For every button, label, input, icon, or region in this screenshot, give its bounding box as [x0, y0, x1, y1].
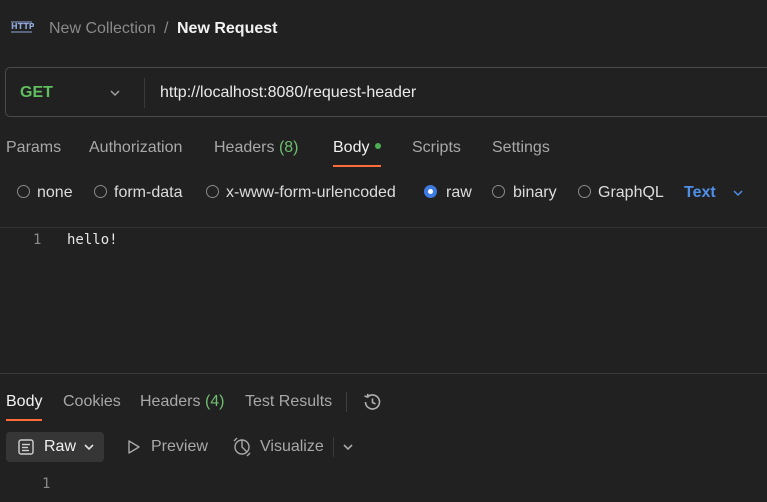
- history-icon[interactable]: [361, 391, 383, 413]
- response-tab-test-results[interactable]: Test Results: [245, 393, 332, 411]
- radio-urlencoded-label[interactable]: x-www-form-urlencoded: [226, 184, 396, 202]
- response-tab-headers-count: (4): [204, 393, 225, 410]
- preview-button[interactable]: Preview: [151, 438, 208, 456]
- editor-line-number: 1: [33, 232, 42, 248]
- tab-headers-label: Headers: [214, 139, 275, 156]
- chevron-down-icon[interactable]: [341, 440, 355, 454]
- divider: [0, 227, 767, 228]
- svg-text:HTTP: HTTP: [11, 22, 34, 31]
- url-divider: [144, 78, 145, 108]
- radio-none[interactable]: [17, 185, 30, 198]
- tab-scripts[interactable]: Scripts: [412, 139, 461, 157]
- breadcrumb-request-name[interactable]: New Request: [177, 19, 277, 39]
- radio-raw-label[interactable]: raw: [446, 184, 472, 202]
- url-input[interactable]: http://localhost:8080/request-header: [160, 84, 416, 102]
- response-tab-headers[interactable]: Headers (4): [140, 393, 225, 411]
- radio-form-data-label[interactable]: form-data: [114, 184, 182, 202]
- raw-view-label: Raw: [44, 438, 77, 455]
- radio-raw[interactable]: [424, 185, 437, 198]
- tab-headers-count: (8): [278, 139, 299, 156]
- radio-urlencoded[interactable]: [206, 185, 219, 198]
- response-line-number: 1: [42, 476, 51, 492]
- chevron-down-icon[interactable]: [82, 440, 96, 454]
- tab-params[interactable]: Params: [6, 139, 61, 157]
- response-tab-cookies[interactable]: Cookies: [63, 393, 121, 411]
- response-tab-body[interactable]: Body: [6, 393, 42, 411]
- response-tab-headers-label: Headers: [140, 393, 201, 410]
- tab-settings[interactable]: Settings: [492, 139, 550, 157]
- play-icon[interactable]: [126, 439, 142, 455]
- tab-authorization[interactable]: Authorization: [89, 139, 182, 157]
- response-active-tab-indicator: [6, 419, 42, 421]
- breadcrumb-separator: /: [164, 20, 169, 37]
- visualize-button[interactable]: Visualize: [260, 438, 324, 456]
- toolbar-separator: [333, 437, 334, 457]
- chevron-down-icon[interactable]: [108, 86, 122, 100]
- radio-graphql[interactable]: [578, 185, 591, 198]
- request-body-editor[interactable]: hello!: [67, 231, 118, 249]
- radio-graphql-label[interactable]: GraphQL: [598, 184, 664, 202]
- radio-form-data[interactable]: [94, 185, 107, 198]
- response-pane-divider[interactable]: [0, 373, 767, 374]
- tab-separator: [346, 392, 347, 412]
- radio-binary[interactable]: [492, 185, 505, 198]
- radio-none-label[interactable]: none: [37, 184, 73, 202]
- method-select[interactable]: GET: [20, 84, 53, 102]
- radio-binary-label[interactable]: binary: [513, 184, 557, 202]
- visualize-icon[interactable]: [231, 436, 253, 458]
- raw-format-icon: [17, 438, 35, 456]
- breadcrumb-collection[interactable]: New Collection: [49, 19, 156, 39]
- http-icon: HTTP: [10, 18, 34, 38]
- chevron-down-icon[interactable]: [731, 186, 745, 200]
- raw-type-select[interactable]: Text: [684, 184, 716, 202]
- active-tab-indicator: [333, 165, 381, 167]
- body-modified-dot: [375, 142, 382, 149]
- tab-headers[interactable]: Headers (8): [214, 139, 299, 157]
- tab-body[interactable]: Body: [333, 139, 382, 157]
- tab-body-label: Body: [333, 139, 370, 156]
